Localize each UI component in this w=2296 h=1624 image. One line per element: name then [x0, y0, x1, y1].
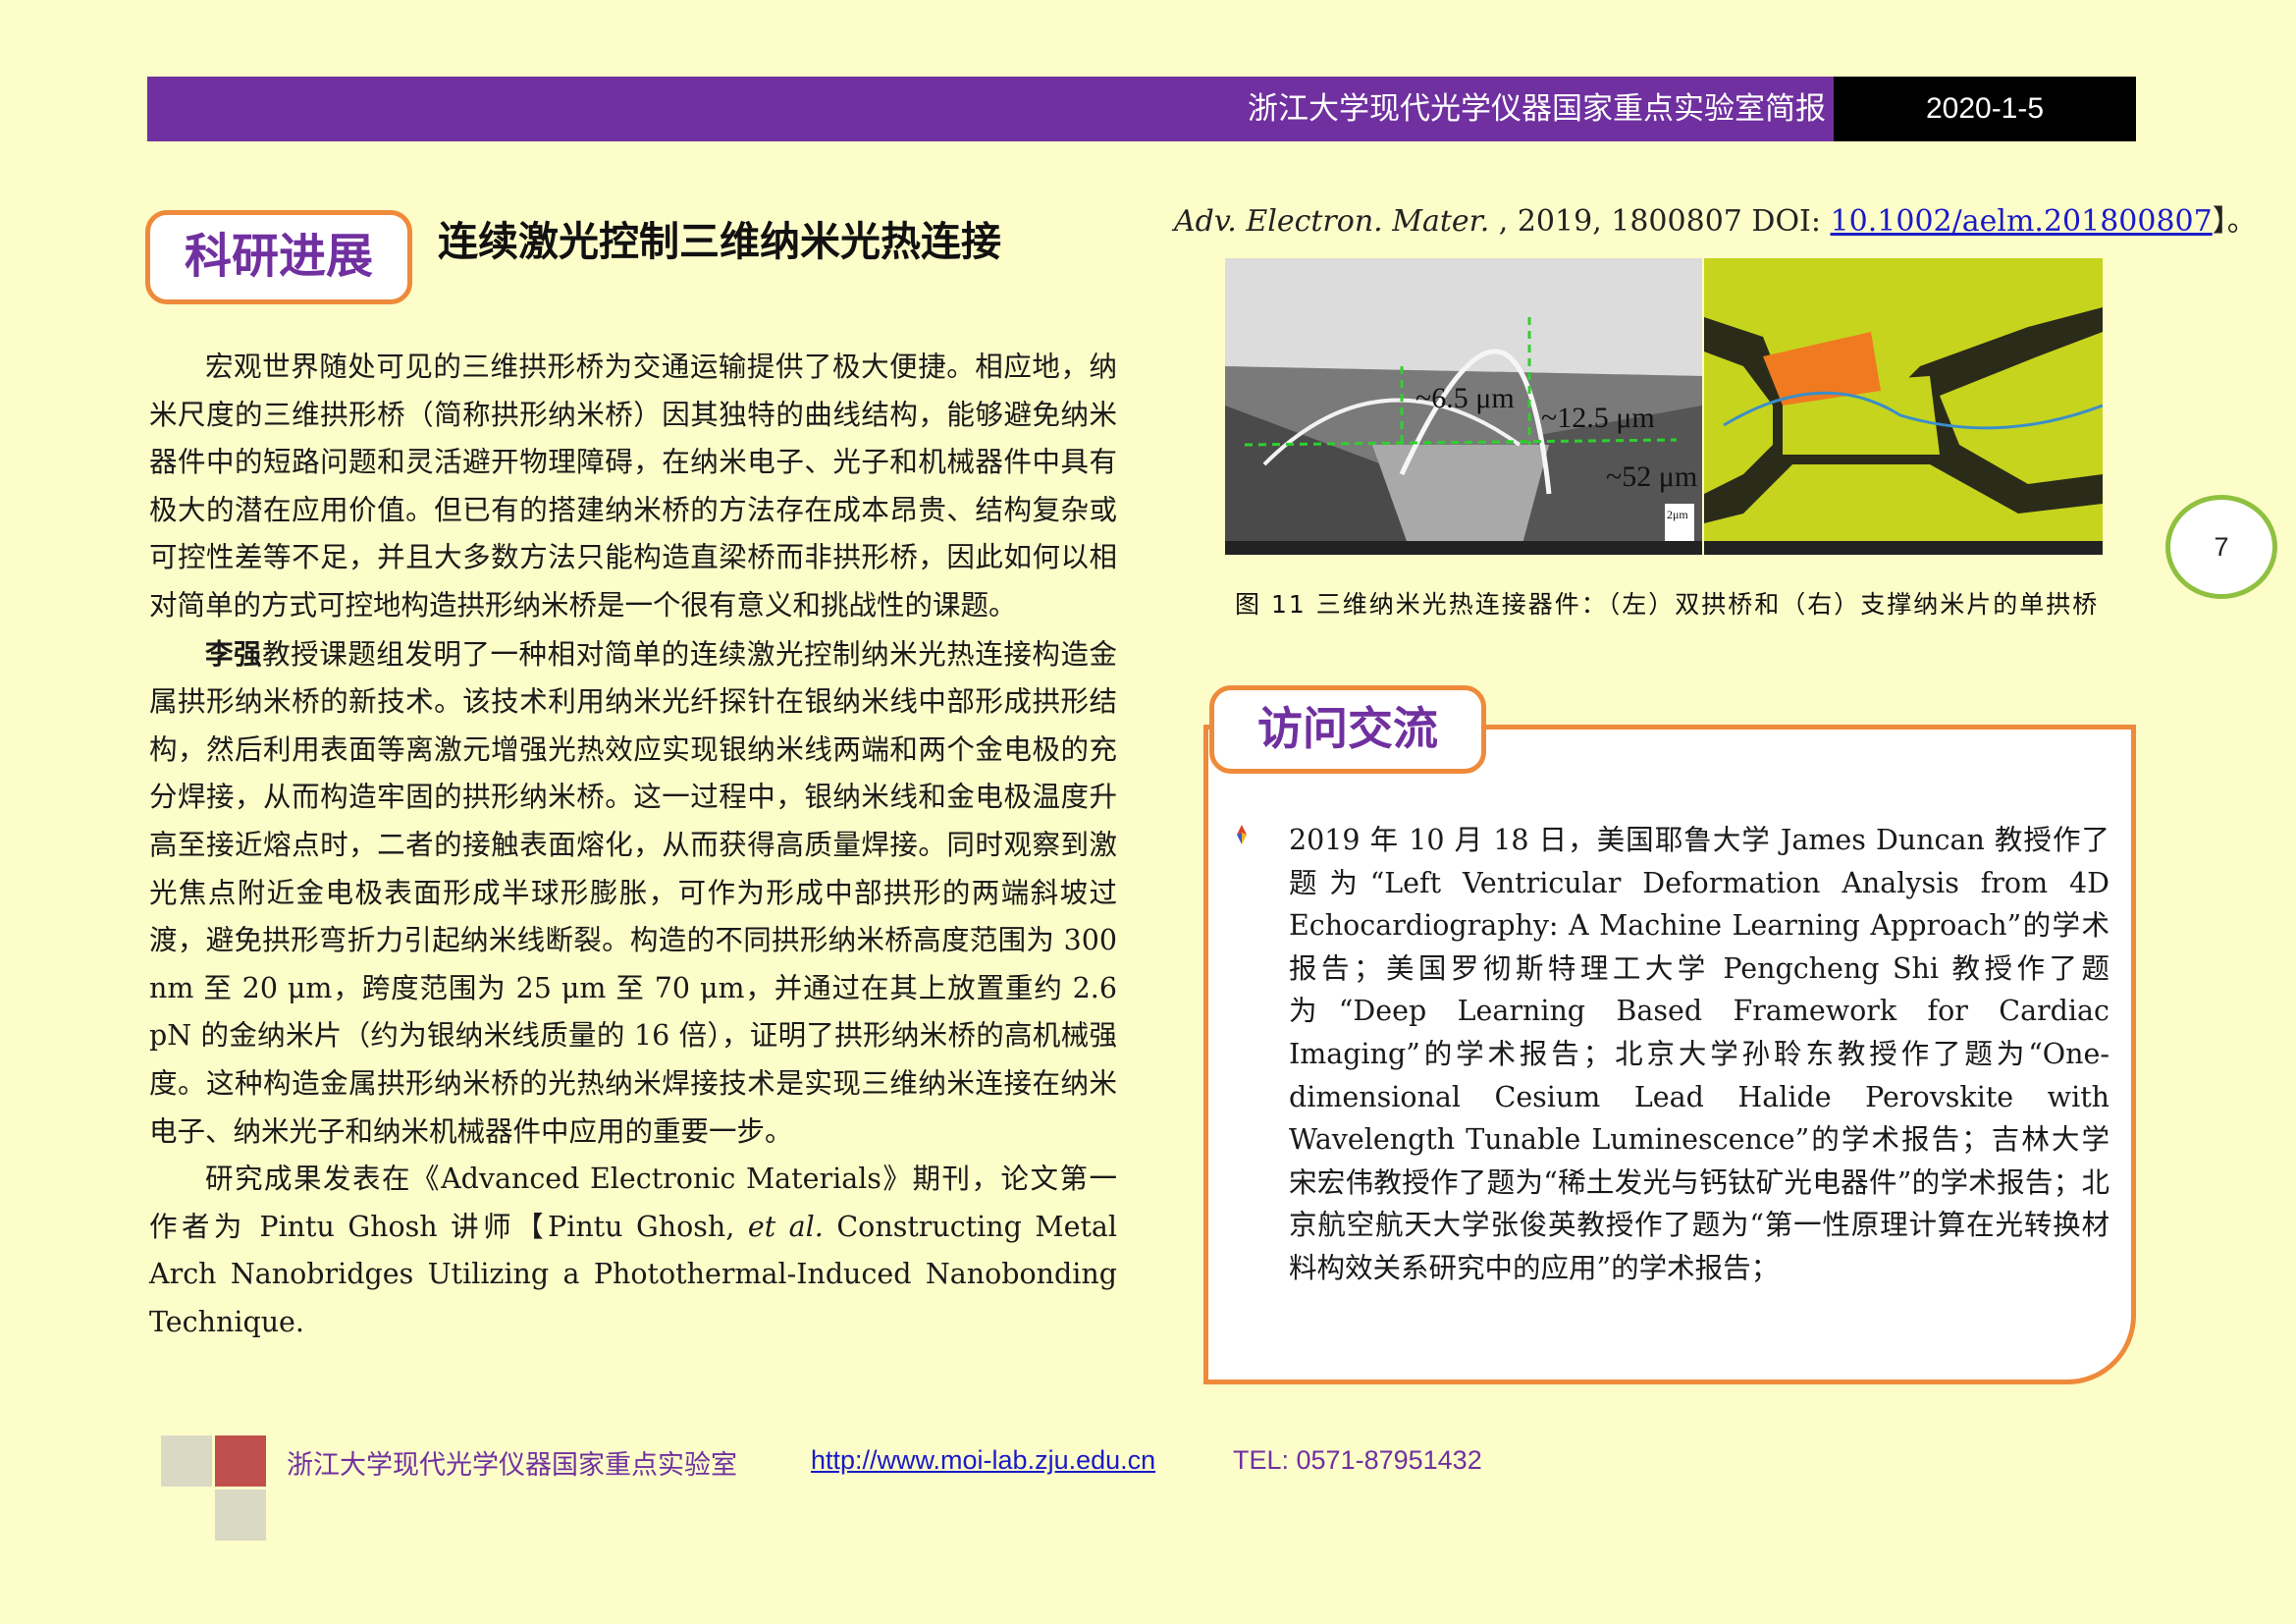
author-name: 李强: [205, 636, 263, 671]
article-title: 连续激光控制三维纳米光热连接: [438, 218, 1001, 265]
header-title: 浙江大学现代光学仪器国家重点实验室简报: [1248, 91, 1826, 127]
label-span: ~52 μm: [1606, 460, 1698, 493]
paragraph-2: 李强教授课题组发明了一种相对简单的连续激光控制纳米光热连接构造金属拱形纳米桥的新…: [149, 630, 1117, 1157]
etal-text: et al.: [747, 1210, 824, 1243]
optical-drawing: [1704, 258, 2103, 555]
article-body: 宏观世界随处可见的三维拱形桥为交通运输提供了极大便捷。相应地，纳米尺度的三维拱形…: [149, 344, 1117, 1346]
citation-journal: Adv. Electron. Mater.: [1174, 204, 1490, 239]
header-date: 2020-1-5: [1925, 92, 2045, 125]
bullet-icon: [1237, 825, 1247, 844]
visit-text: 2019 年 10 月 18 日，美国耶鲁大学 James Duncan 教授作…: [1289, 824, 2109, 1284]
section-tag-research: 科研进展: [145, 210, 412, 304]
page-number: 7: [2165, 495, 2277, 599]
figure-optical-image: [1704, 258, 2103, 555]
footer-tel: TEL: 0571-87951432: [1233, 1445, 1482, 1475]
figure-caption: 图 11 三维纳米光热连接器件：（左）双拱桥和（右）支撑纳米片的单拱桥: [1235, 590, 2100, 619]
section-tag-visit: 访问交流: [1209, 685, 1486, 774]
scale-bar-label: 2μm: [1667, 508, 1688, 521]
citation-line: Adv. Electron. Mater. , 2019, 1800807 DO…: [1174, 196, 2257, 240]
paragraph-3: 研究成果发表在《Advanced Electronic Materials》期刊…: [149, 1156, 1117, 1346]
label-height-2: ~12.5 μm: [1541, 402, 1655, 434]
footer-square-3: [215, 1489, 266, 1541]
footer-square-2: [215, 1435, 266, 1487]
doi-link[interactable]: 10.1002/aelm.201800807: [1831, 204, 2213, 239]
citation-end: 】。: [2212, 204, 2257, 239]
footer-url-link[interactable]: http://www.moi-lab.zju.edu.cn: [811, 1445, 1155, 1476]
footer-org: 浙江大学现代光学仪器国家重点实验室: [287, 1450, 737, 1481]
footer-square-1: [161, 1435, 212, 1487]
paragraph-1: 宏观世界随处可见的三维拱形桥为交通运输提供了极大便捷。相应地，纳米尺度的三维拱形…: [149, 351, 1117, 622]
figure-sem-image: ~6.5 μm ~12.5 μm ~52 μm 2μm: [1225, 258, 1702, 555]
citation-mid: , 2019, 1800807 DOI:: [1489, 204, 1831, 239]
label-height-1: ~6.5 μm: [1415, 382, 1515, 414]
paragraph-2-text: 教授课题组发明了一种相对简单的连续激光控制纳米光热连接构造金属拱形纳米桥的新技术…: [149, 637, 1117, 1148]
